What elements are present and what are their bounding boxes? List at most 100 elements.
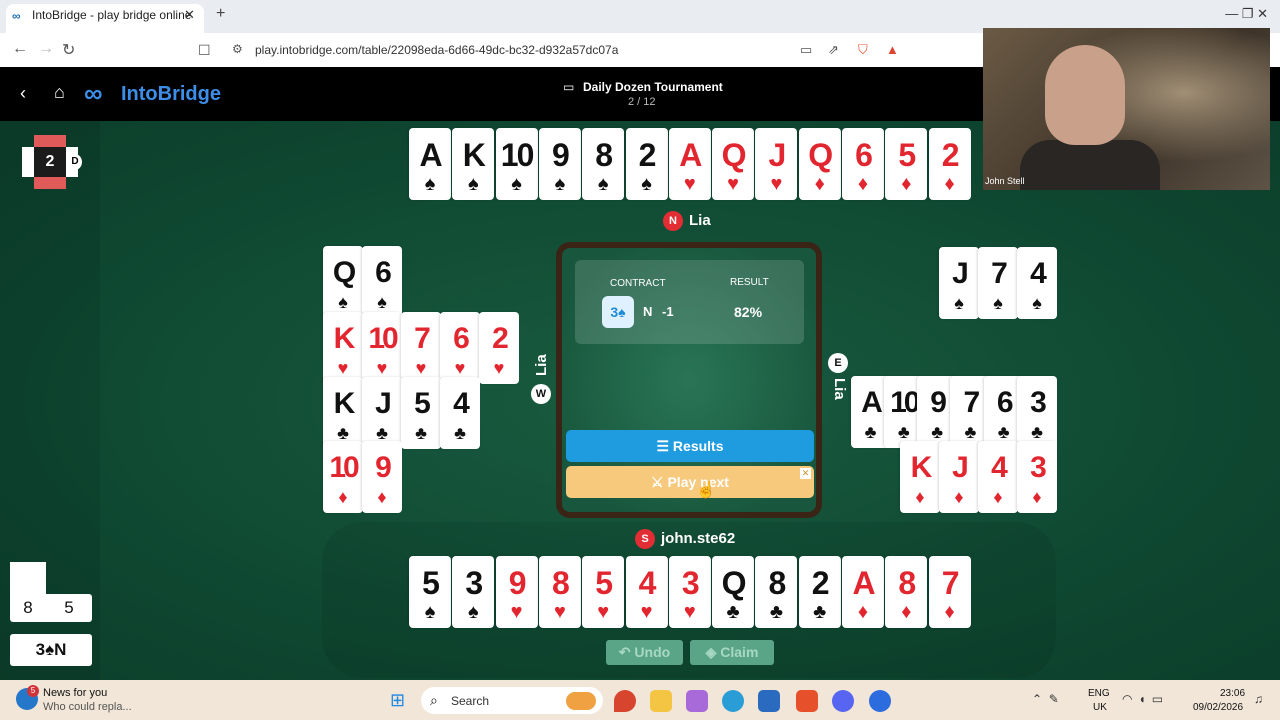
address-bar[interactable]: play.intobridge.com/table/22098eda-6d66-… xyxy=(255,43,618,57)
results-button[interactable]: ☰ Results xyxy=(566,430,814,462)
store-icon[interactable] xyxy=(758,690,780,712)
playing-card[interactable]: 2 ♥ xyxy=(479,312,519,384)
playing-card[interactable]: 4 ♦ xyxy=(978,441,1018,513)
share-icon[interactable]: ⇗ xyxy=(828,42,839,58)
playing-card[interactable]: Q ♣ xyxy=(712,556,755,628)
playing-card[interactable]: 6 ♥ xyxy=(440,312,480,384)
playing-card[interactable]: 3 ♣ xyxy=(1017,376,1057,448)
clock-time[interactable]: 23:06 xyxy=(1220,688,1245,699)
playing-card[interactable]: K ♣ xyxy=(323,377,363,449)
card-suit-icon: ♠ xyxy=(511,173,522,195)
playing-card[interactable]: 2 ♠ xyxy=(625,128,668,200)
playing-card[interactable]: J ♠ xyxy=(939,247,979,319)
card-suit-icon: ♦ xyxy=(377,487,387,507)
language-indicator[interactable]: ENG xyxy=(1088,688,1110,699)
card-suit-icon: ♦ xyxy=(954,487,964,507)
home-icon[interactable]: ⌂ xyxy=(54,82,65,103)
playing-card[interactable]: 4 ♥ xyxy=(625,556,668,628)
window-controls[interactable]: — ❐ ✕ xyxy=(1225,6,1268,22)
playing-card[interactable]: 10 ♠ xyxy=(495,128,538,200)
playing-card[interactable]: J ♦ xyxy=(939,441,979,513)
playing-card[interactable]: 8 ♣ xyxy=(755,556,798,628)
brave-icon[interactable] xyxy=(796,690,818,712)
tab-title[interactable]: IntoBridge - play bridge online xyxy=(32,8,191,22)
system-tray-chevron-icon[interactable]: ⌃ ✎ xyxy=(1032,692,1059,706)
zoom-icon[interactable] xyxy=(869,690,891,712)
playing-card[interactable]: 2 ♣ xyxy=(798,556,841,628)
copilot-icon[interactable] xyxy=(686,690,708,712)
site-info-icon[interactable]: ⚙ xyxy=(232,42,243,56)
claim-button[interactable]: ◈ Claim xyxy=(690,640,774,665)
playing-card[interactable]: 6 ♠ xyxy=(362,246,402,318)
file-explorer-icon[interactable] xyxy=(650,690,672,712)
pizza-widget-icon[interactable] xyxy=(566,692,596,710)
intobridge-logo-icon[interactable]: ∞ xyxy=(84,80,103,106)
notification-bell-icon[interactable]: ♫ xyxy=(1254,692,1263,706)
playing-card[interactable]: 10 ♦ xyxy=(323,441,363,513)
brave-shield-icon[interactable]: ⛉ xyxy=(858,42,868,58)
playing-card[interactable]: 5 ♥ xyxy=(582,556,625,628)
playing-card[interactable]: J ♣ xyxy=(362,377,402,449)
contract-result: -1 xyxy=(662,304,674,319)
playing-card[interactable]: 5 ♦ xyxy=(885,128,928,200)
playing-card[interactable]: 9 ♦ xyxy=(362,441,402,513)
close-icon[interactable]: ✕ xyxy=(800,468,811,479)
playing-card[interactable]: A ♦ xyxy=(842,556,884,628)
playing-card[interactable]: 7 ♦ xyxy=(928,556,971,628)
back-icon[interactable]: ‹ xyxy=(20,83,26,104)
playing-card[interactable]: 5 ♠ xyxy=(409,556,451,628)
new-tab-button[interactable]: + xyxy=(216,5,225,23)
playing-card[interactable]: 6 ♦ xyxy=(842,128,884,200)
playing-card[interactable]: 8 ♦ xyxy=(885,556,928,628)
vulnerability-ns-top xyxy=(34,135,66,147)
playing-card[interactable]: Q ♥ xyxy=(712,128,755,200)
search-placeholder[interactable]: Search xyxy=(451,694,489,708)
card-rank: A xyxy=(679,137,702,173)
news-subtitle[interactable]: Who could repla... xyxy=(43,701,132,713)
undo-button[interactable]: ↶ Undo xyxy=(606,640,683,665)
app-drop-icon[interactable] xyxy=(614,690,636,712)
playing-card[interactable]: 3 ♥ xyxy=(668,556,711,628)
playing-card[interactable]: K ♠ xyxy=(452,128,495,200)
playing-card[interactable]: K ♥ xyxy=(323,312,363,384)
card-suit-icon: ♥ xyxy=(415,358,427,378)
card-suit-icon: ♦ xyxy=(1032,487,1042,507)
bookmark-icon[interactable]: ☐ xyxy=(198,42,211,59)
playing-card[interactable]: 2 ♦ xyxy=(928,128,971,200)
playing-card[interactable]: 7 ♥ xyxy=(401,312,441,384)
playing-card[interactable]: J ♥ xyxy=(755,128,798,200)
playing-card[interactable]: 3 ♠ xyxy=(452,556,495,628)
card-rank: 9 xyxy=(551,137,570,173)
news-title[interactable]: News for you xyxy=(43,687,107,699)
browser-forward-icon[interactable]: → xyxy=(38,40,54,58)
edge-icon[interactable] xyxy=(722,690,744,712)
playing-card[interactable]: Q ♠ xyxy=(323,246,363,318)
playing-card[interactable]: 3 ♦ xyxy=(1017,441,1057,513)
cast-icon[interactable]: ▭ xyxy=(800,42,812,58)
system-tray-icons[interactable]: ◠◖▭ xyxy=(1122,692,1169,706)
playing-card[interactable]: 5 ♣ xyxy=(401,377,441,449)
discord-icon[interactable] xyxy=(832,690,854,712)
playing-card[interactable]: Q ♦ xyxy=(798,128,841,200)
playing-card[interactable]: 8 ♠ xyxy=(582,128,625,200)
playing-card[interactable]: 8 ♥ xyxy=(538,556,581,628)
playing-card[interactable]: 10 ♥ xyxy=(362,312,402,384)
playing-card[interactable]: 7 ♠ xyxy=(978,247,1018,319)
play-next-button[interactable]: ⚔ Play next xyxy=(566,466,814,498)
logo-text[interactable]: IntoBridge xyxy=(121,83,221,106)
browser-back-icon[interactable]: ← xyxy=(12,40,28,58)
playing-card[interactable]: 9 ♥ xyxy=(495,556,538,628)
windows-start-icon[interactable]: ⊞ xyxy=(390,690,405,711)
keyboard-layout[interactable]: UK xyxy=(1093,702,1107,713)
reload-icon[interactable]: ↻ xyxy=(62,40,75,60)
brave-rewards-icon[interactable]: ▲ xyxy=(886,42,899,57)
playing-card[interactable]: A ♠ xyxy=(409,128,451,200)
clock-date[interactable]: 09/02/2026 xyxy=(1193,702,1243,713)
tab-close-icon[interactable]: ✕ xyxy=(184,7,195,23)
playing-card[interactable]: 9 ♠ xyxy=(538,128,581,200)
card-rank: 10 xyxy=(500,137,535,173)
playing-card[interactable]: K ♦ xyxy=(900,441,940,513)
playing-card[interactable]: 4 ♠ xyxy=(1017,247,1057,319)
playing-card[interactable]: 4 ♣ xyxy=(440,377,480,449)
playing-card[interactable]: A ♥ xyxy=(668,128,711,200)
